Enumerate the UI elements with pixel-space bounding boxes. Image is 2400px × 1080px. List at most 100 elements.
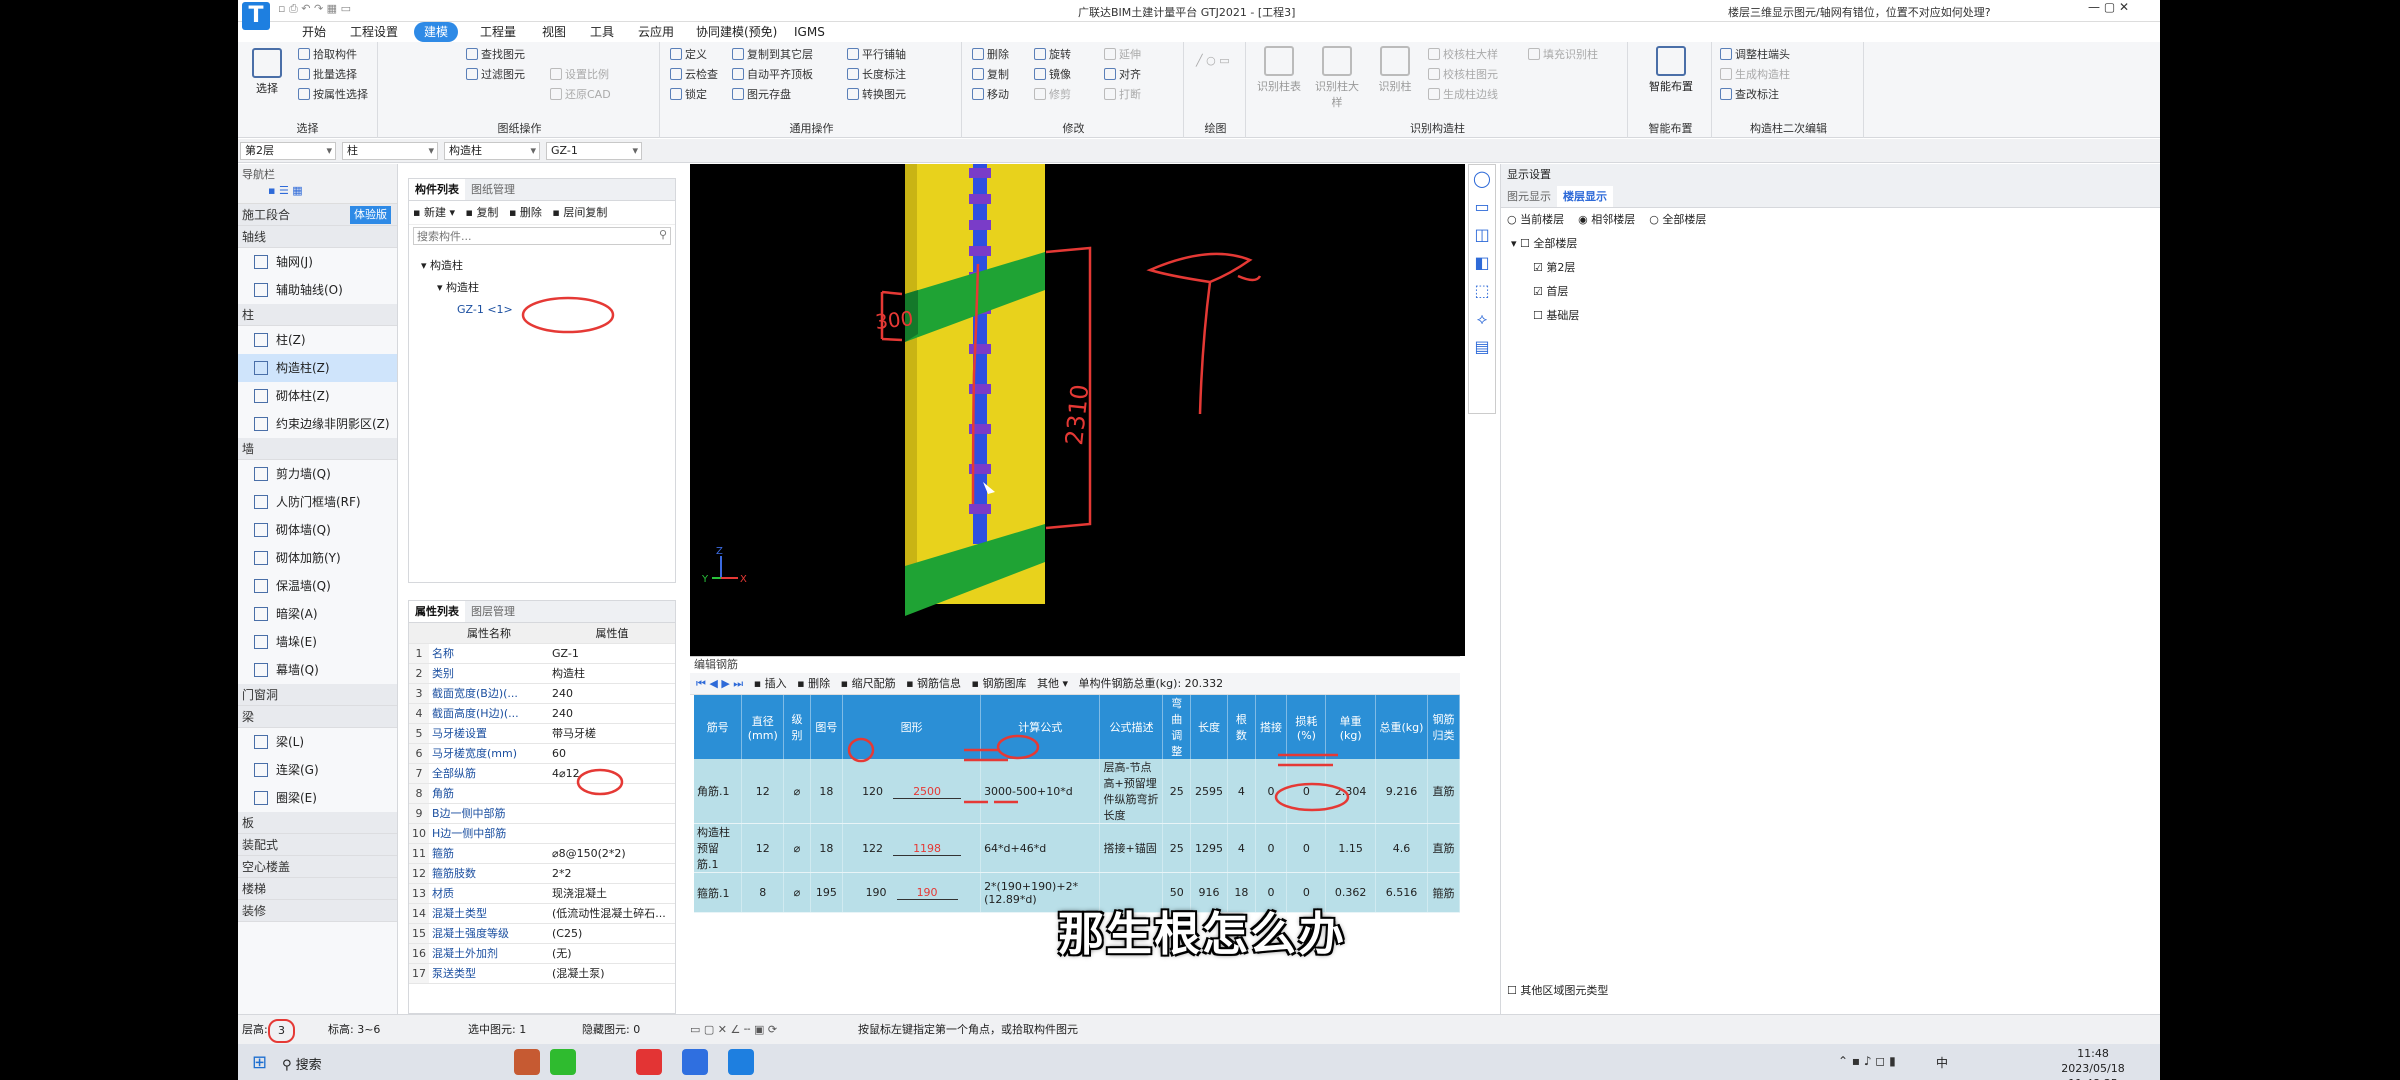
new-button[interactable]: ▪ 新建 ▾ xyxy=(413,206,455,219)
prop-value[interactable]: 现浇混凝土 xyxy=(549,883,675,904)
nav-item-masonry-wall[interactable]: 砌体墙(Q) xyxy=(238,516,397,544)
prop-value[interactable]: 构造柱 xyxy=(549,663,675,684)
property-row[interactable]: 12 箍筋肢数 2*2 xyxy=(409,863,675,884)
lock-button[interactable]: 锁定 xyxy=(670,86,707,104)
recognize-column-detail[interactable]: 识别柱大样 xyxy=(1310,42,1364,110)
nav-item-hidden-beam[interactable]: 暗梁(A) xyxy=(238,600,397,628)
rebar-cell-fig[interactable]: 195 xyxy=(810,872,844,913)
move-button[interactable]: 移动 xyxy=(972,86,1009,104)
rebar-cell-grade[interactable]: ⌀ xyxy=(783,823,811,873)
property-row[interactable]: 11 箍筋 ⌀8@150(2*2) xyxy=(409,843,675,864)
tree-all-floors[interactable]: ▾ ☐ 全部楼层 xyxy=(1511,232,2160,256)
insert-button[interactable]: ▪ 插入 xyxy=(754,677,787,690)
menu-tools[interactable]: 工具 xyxy=(580,22,624,42)
rebar-cell-total[interactable]: 6.516 xyxy=(1375,872,1429,913)
find-element-button[interactable]: 查找图元 xyxy=(466,46,525,64)
nav-item-column[interactable]: 柱(Z) xyxy=(238,326,397,354)
tab-component-list[interactable]: 构件列表 xyxy=(409,179,465,200)
select-by-property-button[interactable]: 按属性选择 xyxy=(298,86,368,104)
menu-collab[interactable]: 协同建模(预免) xyxy=(686,22,787,42)
property-row[interactable]: 2 类别 构造柱 xyxy=(409,663,675,684)
floor-copy-button[interactable]: ▪ 层间复制 xyxy=(552,206,607,219)
rebar-cell-dia[interactable]: 8 xyxy=(741,872,785,913)
trim-button[interactable]: 修剪 xyxy=(1034,86,1071,104)
prop-value[interactable]: 4⌀12 xyxy=(549,763,675,784)
nav-item-axis-grid[interactable]: 轴网(J) xyxy=(238,248,397,276)
restore-cad-button[interactable]: 还原CAD xyxy=(550,86,611,104)
nav-section-column[interactable]: 柱 xyxy=(238,304,397,326)
cloud-check-button[interactable]: 云检查 xyxy=(670,66,718,84)
copy-to-floor-button[interactable]: 复制到其它层 xyxy=(732,46,813,64)
prop-value[interactable]: 带马牙槎 xyxy=(549,723,675,744)
align-button[interactable]: 对齐 xyxy=(1104,66,1141,84)
length-dim-button[interactable]: 长度标注 xyxy=(847,66,906,84)
rebar-info-button[interactable]: ▪ 钢筋信息 xyxy=(906,677,961,690)
nav-item-beam[interactable]: 梁(L) xyxy=(238,728,397,756)
property-row[interactable]: 13 材质 现浇混凝土 xyxy=(409,883,675,904)
nav-section-hollow[interactable]: 空心楼盖 xyxy=(238,856,397,878)
rebar-cell-name[interactable]: 构造柱预留筋.1 xyxy=(694,823,743,873)
nav-item-masonry-rebar[interactable]: 砌体加筋(Y) xyxy=(238,544,397,572)
tab-layer-mgmt[interactable]: 图层管理 xyxy=(465,601,521,622)
prop-value[interactable]: 2*2 xyxy=(549,863,675,884)
rebar-row[interactable]: 角筋.1 12 ⌀ 18 120 2500 3000-500+10*d 层高-节点高+预留埋件… xyxy=(694,759,1460,824)
taskbar-search[interactable]: ⚲ 搜索 xyxy=(282,1054,322,1073)
rebar-delete-button[interactable]: ▪ 删除 xyxy=(797,677,830,690)
rebar-cell-unit[interactable]: 2.304 xyxy=(1325,759,1376,824)
taskbar-app-game-icon[interactable] xyxy=(514,1049,540,1075)
radio-adjacent-floor[interactable]: ◉ 相邻楼层 xyxy=(1578,213,1635,226)
tray-icons[interactable]: ⌃ ▪ ♪ ◻ ▮ xyxy=(1838,1054,1896,1068)
parallel-axis-button[interactable]: 平行铺轴 xyxy=(847,46,906,64)
window-controls[interactable]: — ▢ ✕ xyxy=(2088,0,2129,14)
menu-modeling[interactable]: 建模 xyxy=(414,22,459,42)
auto-align-button[interactable]: 自动平齐顶板 xyxy=(732,66,813,84)
property-row[interactable]: 10 H边一侧中部筋 xyxy=(409,823,675,844)
nav-section-stairs[interactable]: 楼梯 xyxy=(238,878,397,900)
set-scale-button[interactable]: 设置比例 xyxy=(550,66,609,84)
floor-select[interactable]: 第2层 xyxy=(240,142,336,160)
copy-component-button[interactable]: ▪ 复制 xyxy=(465,206,498,219)
recognize-column[interactable]: 识别柱 xyxy=(1368,42,1422,94)
rebar-cell-formula[interactable]: 3000-500+10*d xyxy=(980,759,1101,824)
gen-construction-column[interactable]: 生成构造柱 xyxy=(1720,66,1790,84)
radio-all-floors[interactable]: ○ 全部楼层 xyxy=(1649,213,1706,226)
view-tools-icons[interactable]: ◯ ▭ ◫ ◧ ⬚ ⟡ ▤ xyxy=(1469,165,1495,361)
nav-section-beam[interactable]: 梁 xyxy=(238,706,397,728)
scale-rebar-button[interactable]: ▪ 缩尺配筋 xyxy=(841,677,896,690)
component-select[interactable]: GZ-1 xyxy=(546,142,642,160)
rebar-cell-cat[interactable]: 箍筋 xyxy=(1427,872,1460,913)
extend-button[interactable]: 延伸 xyxy=(1104,46,1141,64)
nav-section-wall[interactable]: 墙 xyxy=(238,438,397,460)
rebar-cell-len[interactable]: 1295 xyxy=(1190,823,1229,873)
clock[interactable]: 11:482023/05/18 11:48:35 xyxy=(2038,1046,2148,1080)
prop-value[interactable]: 60 xyxy=(549,743,675,764)
viewport-canvas[interactable]: 300 2310 Z X Y xyxy=(690,164,1465,640)
fill-recognize-column[interactable]: 填充识别柱 xyxy=(1528,46,1598,64)
rebar-cell-dia[interactable]: 12 xyxy=(741,759,785,824)
nav-item-shear-wall[interactable]: 剪力墙(Q) xyxy=(238,460,397,488)
menu-cloud[interactable]: 云应用 xyxy=(628,22,684,42)
rebar-cell-count[interactable]: 4 xyxy=(1227,759,1256,824)
search-icon[interactable]: ⚲ xyxy=(659,228,667,241)
nav-item-civil-def-wall[interactable]: 人防门框墙(RF) xyxy=(238,488,397,516)
prop-value[interactable]: GZ-1 xyxy=(549,643,675,664)
prop-value[interactable]: 240 xyxy=(549,683,675,704)
rebar-cell-total[interactable]: 9.216 xyxy=(1375,759,1429,824)
rebar-cell-name[interactable]: 箍筋.1 xyxy=(694,872,743,913)
pick-component-button[interactable]: 拾取构件 xyxy=(298,46,357,64)
other-area-checkbox[interactable]: ☐ 其他区域图元类型 xyxy=(1507,982,1608,998)
help-question[interactable]: 楼层三维显示图元/轴网有错位，位置不对应如何处理? xyxy=(1728,4,1991,20)
rebar-shape[interactable]: 122 1198 xyxy=(842,823,982,873)
rebar-cell-bend[interactable]: 25 xyxy=(1162,759,1191,824)
menu-view[interactable]: 视图 xyxy=(532,22,576,42)
nav-item-link-beam[interactable]: 连梁(G) xyxy=(238,756,397,784)
prop-value[interactable]: (C25) xyxy=(549,923,675,944)
property-row[interactable]: 14 混凝土类型 (低流动性混凝土碎石... xyxy=(409,903,675,924)
rebar-row[interactable]: 构造柱预留筋.1 12 ⌀ 18 122 1198 64*d+46*d 搭接+锚固 25 1295… xyxy=(694,823,1460,873)
windows-start-icon[interactable]: ⊞ xyxy=(252,1052,267,1073)
ime-indicator[interactable]: 中 xyxy=(1936,1054,1948,1071)
property-row[interactable]: 17 泵送类型 (混凝土泵) xyxy=(409,963,675,984)
property-row[interactable]: 16 混凝土外加剂 (无) xyxy=(409,943,675,964)
gen-column-edge[interactable]: 生成柱边线 xyxy=(1428,86,1498,104)
adjust-column-end[interactable]: 调整柱端头 xyxy=(1720,46,1790,64)
